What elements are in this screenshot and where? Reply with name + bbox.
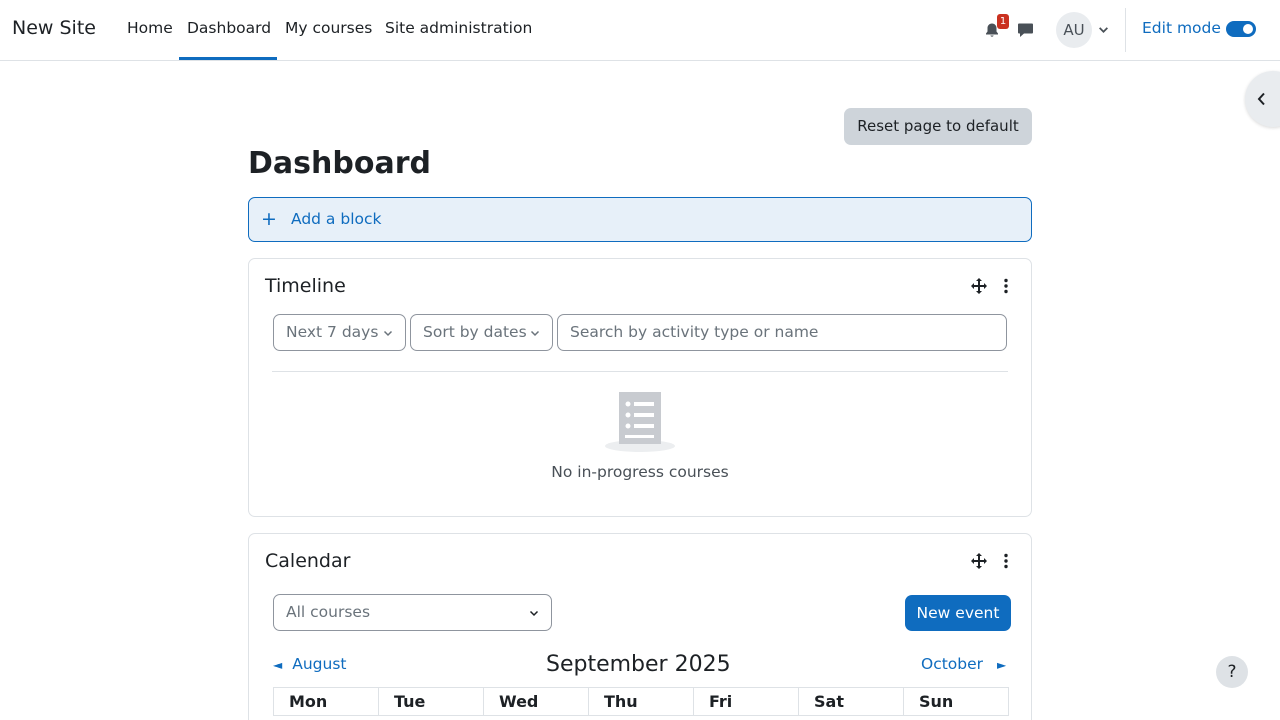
add-block-button[interactable]: + Add a block	[248, 197, 1032, 242]
nav-item-my-courses[interactable]: My courses	[285, 19, 372, 37]
next-month-label: October	[921, 655, 984, 673]
weekday-header: Sat	[798, 687, 904, 716]
top-navbar: New Site Home Dashboard My courses Site …	[0, 0, 1280, 61]
chevron-down-icon	[529, 610, 539, 617]
nav-item-site-administration[interactable]: Site administration	[385, 19, 532, 37]
prev-month-label: August	[292, 655, 347, 673]
timeline-empty-message: No in-progress courses	[551, 463, 729, 481]
chevron-down-icon	[530, 330, 540, 337]
weekday-header: Wed	[483, 687, 589, 716]
timeline-search-input[interactable]: Search by activity type or name	[557, 314, 1007, 351]
weekday-header: Sun	[903, 687, 1009, 716]
messages-icon[interactable]	[1017, 22, 1034, 38]
site-brand[interactable]: New Site	[12, 17, 96, 39]
add-block-label: Add a block	[291, 210, 382, 228]
toggle-knob	[1243, 24, 1253, 34]
move-icon[interactable]	[971, 278, 987, 294]
timeline-sort-select[interactable]: Sort by dates	[410, 314, 553, 351]
edit-mode-label[interactable]: Edit mode	[1142, 19, 1221, 37]
chevron-down-icon	[383, 330, 393, 337]
timeline-day-filter-value: Next 7 days	[286, 323, 379, 341]
weekday-header: Mon	[273, 687, 379, 716]
timeline-divider	[272, 371, 1008, 372]
timeline-block: Timeline Next 7 days Sort by dates Searc…	[248, 258, 1032, 517]
open-drawer-button[interactable]	[1245, 71, 1280, 127]
calendar-course-select[interactable]: All courses	[273, 594, 552, 631]
weekday-header-row: Mon Tue Wed Thu Fri Sat Sun	[273, 687, 1009, 716]
timeline-title: Timeline	[265, 275, 346, 297]
arrow-right-icon: ►	[997, 658, 1007, 672]
calendar-grid: Mon Tue Wed Thu Fri Sat Sun	[273, 687, 1009, 716]
next-month-link[interactable]: October ►	[921, 655, 1006, 673]
calendar-title: Calendar	[265, 550, 351, 572]
page-title: Dashboard	[248, 146, 431, 181]
nav-item-home[interactable]: Home	[127, 19, 173, 37]
prev-month-link[interactable]: ◄ August	[273, 655, 346, 673]
calendar-block: Calendar All courses New event ◄ August S…	[248, 533, 1032, 720]
chevron-down-icon[interactable]	[1098, 24, 1109, 35]
chevron-left-icon	[1257, 92, 1265, 106]
kebab-menu-icon[interactable]	[1003, 553, 1009, 569]
course-list-icon	[605, 392, 675, 452]
current-month-title: September 2025	[546, 652, 731, 677]
weekday-header: Thu	[588, 687, 694, 716]
nav-active-indicator	[179, 57, 277, 60]
user-avatar[interactable]: AU	[1056, 12, 1092, 48]
weekday-header: Tue	[378, 687, 484, 716]
reset-page-button[interactable]: Reset page to default	[844, 108, 1032, 145]
notification-count-badge: 1	[997, 14, 1009, 29]
timeline-sort-value: Sort by dates	[423, 323, 527, 341]
new-event-button[interactable]: New event	[905, 595, 1011, 631]
timeline-day-filter[interactable]: Next 7 days	[273, 314, 406, 351]
nav-item-dashboard[interactable]: Dashboard	[187, 19, 271, 37]
weekday-header: Fri	[693, 687, 799, 716]
edit-mode-toggle[interactable]	[1226, 21, 1256, 37]
help-button[interactable]: ?	[1216, 656, 1248, 688]
kebab-menu-icon[interactable]	[1003, 278, 1009, 294]
calendar-course-value: All courses	[286, 603, 371, 621]
arrow-left-icon: ◄	[273, 658, 283, 672]
move-icon[interactable]	[971, 553, 987, 569]
plus-icon: +	[261, 208, 277, 230]
navbar-divider	[1125, 8, 1126, 52]
